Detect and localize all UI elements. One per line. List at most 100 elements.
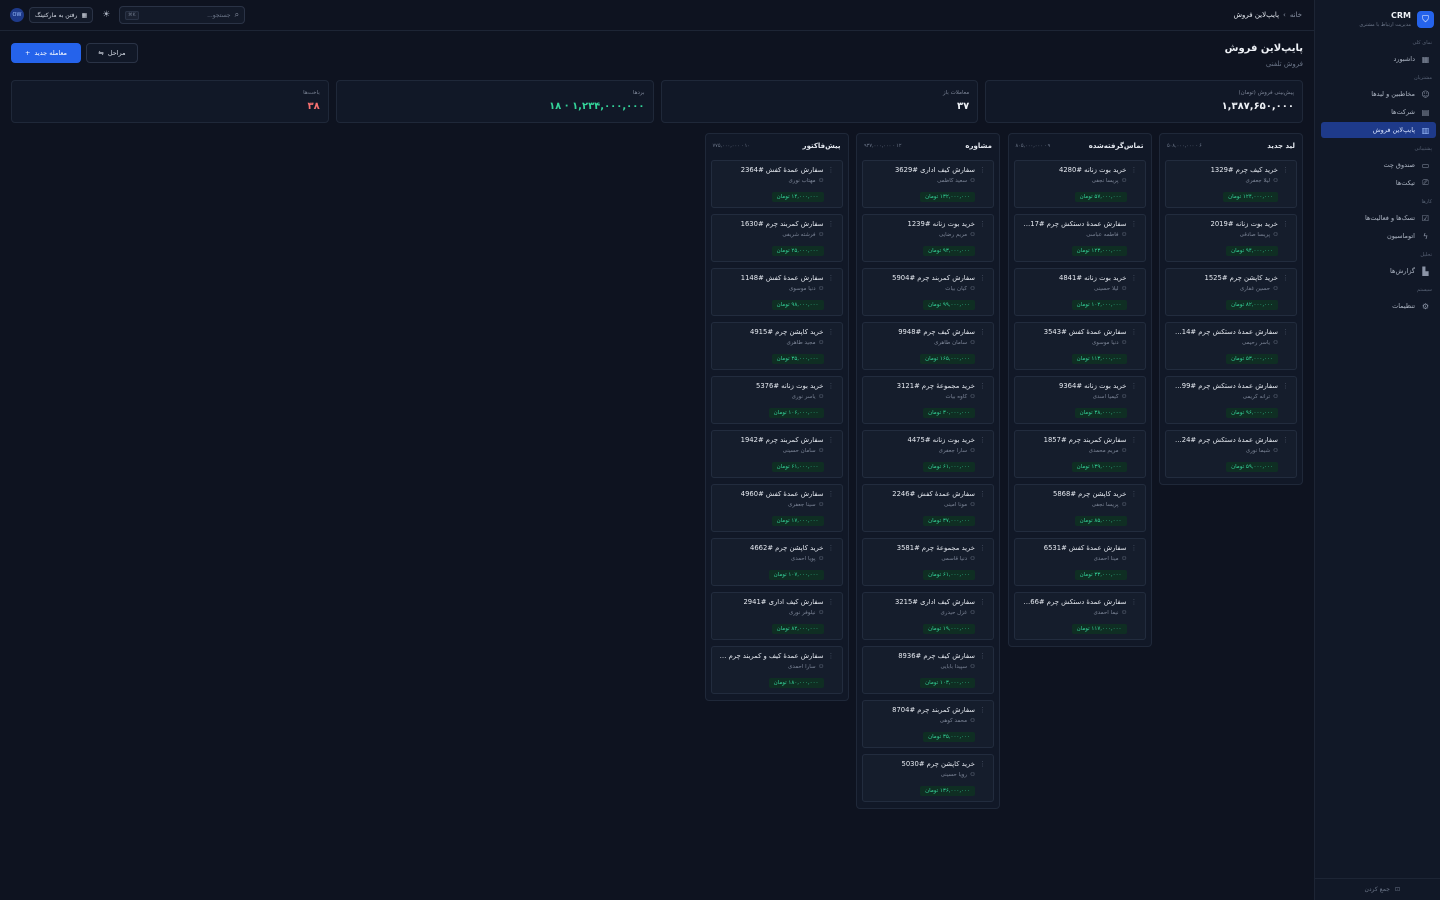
drag-handle-icon[interactable]: ⋮	[1131, 166, 1138, 174]
deal-card[interactable]: ⋮ سفارش کیف اداری #3215 ⚇ غزل حیدری ۱۹,۰۰۰,۰…	[862, 592, 994, 640]
drag-handle-icon[interactable]: ⋮	[828, 274, 835, 282]
drag-handle-icon[interactable]: ⋮	[1131, 436, 1138, 444]
new-deal-button[interactable]: + معامله جدید	[11, 43, 81, 63]
sidebar-item[interactable]: ⚙ تنظیمات	[1321, 298, 1436, 314]
sidebar-item[interactable]: ☺ مخاطبین و لیدها	[1321, 86, 1436, 102]
deal-title: خرید بوت زنانه #4841	[1059, 274, 1127, 282]
bar-chart-icon: ▙	[1422, 266, 1429, 276]
deal-card[interactable]: ⋮ خرید کیف چرم #1329 ⚇ لیلا جعفری ۱۲۴,۰۰۰,۰۰…	[1165, 160, 1297, 208]
drag-handle-icon[interactable]: ⋮	[979, 544, 986, 552]
deal-card[interactable]: ⋮ سفارش کیف چرم #9948 ⚇ سامان طاهری ۱۶۵,۰۰۰,…	[862, 322, 994, 370]
sidebar-item[interactable]: ϟ اتوماسیون	[1321, 228, 1436, 244]
sidebar-item[interactable]: ▤ شرکت‌ها	[1321, 104, 1436, 120]
drag-handle-icon[interactable]: ⋮	[979, 436, 986, 444]
deal-card[interactable]: ⋮ سفارش عمدهٔ دستکش چرم #99… ⚇ ترانه کریمی ۹…	[1165, 376, 1297, 424]
drag-handle-icon[interactable]: ⋮	[828, 382, 835, 390]
deal-card[interactable]: ⋮ سفارش عمدهٔ کفش #2246 ⚇ مونا امینی ۳۷,۰۰۰,…	[862, 484, 994, 532]
breadcrumb-home[interactable]: خانه	[1290, 11, 1302, 19]
deal-card[interactable]: ⋮ خرید بوت زنانه #9364 ⚇ کیمیا اسدی ۳۸,۰۰۰,۰…	[1013, 376, 1146, 424]
deal-card[interactable]: ⋮ خرید بوت زنانه #5376 ⚇ یاسر نوری ۱۰۶,۰۰۰,۰…	[710, 376, 843, 424]
search-placeholder: جستجو...	[207, 11, 231, 19]
deal-card[interactable]: ⋮ سفارش عمدهٔ دستکش چرم #66… ⚇ نیما احمدی ۱۱…	[1013, 592, 1146, 640]
sidebar-item[interactable]: ☑ تسک‌ها و فعالیت‌ها	[1321, 210, 1436, 226]
drag-handle-icon[interactable]: ⋮	[979, 652, 986, 660]
deal-card[interactable]: ⋮ سفارش عمدهٔ کفش #6531 ⚇ مینا احمدی ۳۳,۰۰۰,…	[1013, 538, 1146, 586]
deal-card[interactable]: ⋮ سفارش کمربند چرم #8704 ⚇ محمد کوهی ۳۵,۰۰۰,…	[862, 700, 994, 748]
deal-card[interactable]: ⋮ سفارش عمدهٔ کفش #3543 ⚇ دنیا موسوی ۱۱۳,۰۰۰…	[1013, 322, 1146, 370]
go-to-marketing-button[interactable]: رفتن به مارکتینگ ▦	[29, 7, 94, 23]
drag-handle-icon[interactable]: ⋮	[1131, 220, 1138, 228]
avatar[interactable]: OW	[10, 8, 24, 22]
deal-card[interactable]: ⋮ سفارش عمدهٔ دستکش چرم #14… ⚇ یاسر رحیمی ۵۳…	[1165, 322, 1297, 370]
drag-handle-icon[interactable]: ⋮	[828, 166, 835, 174]
drag-handle-icon[interactable]: ⋮	[1282, 274, 1289, 282]
search-input[interactable]: ⌘K جستجو... ⌕	[119, 6, 246, 24]
drag-handle-icon[interactable]: ⋮	[979, 598, 986, 606]
deal-card[interactable]: ⋮ خرید مجموعهٔ چرم #3581 ⚇ دنیا قاسمی ۶۱,۰۰۰…	[862, 538, 994, 586]
deal-card[interactable]: ⋮ خرید بوت زنانه #4280 ⚇ پریسا نجفی ۵۷,۰۰۰,۰…	[1013, 160, 1146, 208]
drag-handle-icon[interactable]: ⋮	[828, 220, 835, 228]
drag-handle-icon[interactable]: ⋮	[1131, 382, 1138, 390]
sidebar-item[interactable]: ⎚ تیکت‌ها	[1321, 175, 1436, 191]
drag-handle-icon[interactable]: ⋮	[1282, 166, 1289, 174]
drag-handle-icon[interactable]: ⋮	[828, 598, 835, 606]
sidebar-item[interactable]: ▙ گزارش‌ها	[1321, 263, 1436, 279]
drag-handle-icon[interactable]: ⋮	[979, 166, 986, 174]
deal-card[interactable]: ⋮ خرید کاپشن چرم #5868 ⚇ پریسا نجفی ۸۵,۰۰۰,۰…	[1013, 484, 1146, 532]
drag-handle-icon[interactable]: ⋮	[828, 436, 835, 444]
drag-handle-icon[interactable]: ⋮	[979, 328, 986, 336]
deal-contact: ⚇ دنیا موسوی	[789, 286, 824, 292]
drag-handle-icon[interactable]: ⋮	[979, 760, 986, 768]
drag-handle-icon[interactable]: ⋮	[1131, 544, 1138, 552]
drag-handle-icon[interactable]: ⋮	[828, 652, 835, 660]
drag-handle-icon[interactable]: ⋮	[1131, 274, 1138, 282]
drag-handle-icon[interactable]: ⋮	[979, 220, 986, 228]
deal-card[interactable]: ⋮ سفارش کمربند چرم #5904 ⚇ کیان بیات ۹۹,۰۰۰,…	[862, 268, 994, 316]
deal-card[interactable]: ⋮ سفارش عمدهٔ کفش #1148 ⚇ دنیا موسوی ۹۸,۰۰۰,…	[710, 268, 843, 316]
deal-card[interactable]: ⋮ خرید کاپشن چرم #4915 ⚇ مجید طاهری ۳۵,۰۰۰,۰…	[710, 322, 843, 370]
deal-card[interactable]: ⋮ سفارش کمربند چرم #1857 ⚇ مریم محمدی ۱۳۹,۰۰…	[1013, 430, 1146, 478]
deal-card[interactable]: ⋮ سفارش کمربند چرم #1630 ⚇ فرشته شریفی ۲۵,۰۰…	[710, 214, 843, 262]
deal-card[interactable]: ⋮ سفارش عمدهٔ دستکش چرم #17… ⚇ فاطمه عباسی ۱…	[1013, 214, 1146, 262]
deal-title: خرید کاپشن چرم #5030	[901, 760, 976, 768]
drag-handle-icon[interactable]: ⋮	[1282, 436, 1289, 444]
stages-button[interactable]: ⇋ مراحل	[86, 43, 138, 63]
deal-card[interactable]: ⋮ خرید بوت زنانه #2019 ⚇ پریسا صادقی ۹۴,۰۰۰,…	[1165, 214, 1297, 262]
drag-handle-icon[interactable]: ⋮	[828, 544, 835, 552]
drag-handle-icon[interactable]: ⋮	[828, 328, 835, 336]
drag-handle-icon[interactable]: ⋮	[979, 490, 986, 498]
deal-card[interactable]: ⋮ سفارش کیف اداری #2941 ⚇ نیلوفر نوری ۸۲,۰۰۰…	[710, 592, 843, 640]
drag-handle-icon[interactable]: ⋮	[979, 274, 986, 282]
sidebar-item[interactable]: ▦ داشبورد	[1321, 51, 1436, 67]
deal-card[interactable]: ⋮ سفارش عمدهٔ کفش #4960 ⚇ سینا جعفری ۱۷,۰۰۰,…	[710, 484, 843, 532]
deal-card[interactable]: ⋮ خرید مجموعهٔ چرم #3121 ⚇ کاوه بیات ۳۰,۰۰۰,…	[862, 376, 994, 424]
deal-card[interactable]: ⋮ خرید کاپشن چرم #4662 ⚇ پویا احمدی ۱۰۷,۰۰۰,…	[710, 538, 843, 586]
drag-handle-icon[interactable]: ⋮	[828, 490, 835, 498]
deal-card[interactable]: ⋮ خرید بوت زنانه #4841 ⚇ لیلا حسینی ۱۰۲,۰۰۰,…	[1013, 268, 1146, 316]
drag-handle-icon[interactable]: ⋮	[1131, 490, 1138, 498]
drag-handle-icon[interactable]: ⋮	[979, 706, 986, 714]
deal-amount: ۳۷,۰۰۰,۰۰۰ تومان	[923, 516, 975, 526]
deal-card[interactable]: ⋮ سفارش عمدهٔ دستکش چرم #24… ⚇ شیما نوری ۵۹,…	[1165, 430, 1297, 478]
sliders-icon: ⇋	[98, 49, 104, 57]
drag-handle-icon[interactable]: ⋮	[1131, 328, 1138, 336]
drag-handle-icon[interactable]: ⋮	[979, 382, 986, 390]
deal-card[interactable]: ⋮ خرید بوت زنانه #4475 ⚇ سارا جعفری ۶۱,۰۰۰,۰…	[862, 430, 994, 478]
deal-card[interactable]: ⋮ سفارش کمربند چرم #1942 ⚇ سامان حسینی ۶۱,۰۰…	[710, 430, 843, 478]
deal-card[interactable]: ⋮ سفارش کیف چرم #8936 ⚇ سپیدا بابایی ۱۰۳,۰۰۰…	[862, 646, 994, 694]
drag-handle-icon[interactable]: ⋮	[1131, 598, 1138, 606]
deal-card[interactable]: ⋮ خرید کاپشن چرم #5030 ⚇ رویا حسینی ۱۳۶,۰۰۰,…	[862, 754, 994, 802]
deal-card[interactable]: ⋮ خرید بوت زنانه #1239 ⚇ مریم رضایی ۹۳,۰۰۰,۰…	[862, 214, 994, 262]
drag-handle-icon[interactable]: ⋮	[1282, 382, 1289, 390]
deal-card[interactable]: ⋮ سفارش کیف اداری #3629 ⚇ سعید کاظمی ۱۳۲,۰۰۰…	[862, 160, 994, 208]
theme-toggle-button[interactable]: ☀	[98, 7, 114, 23]
drag-handle-icon[interactable]: ⋮	[1282, 328, 1289, 336]
sidebar-item[interactable]: ▭ صندوق چت	[1321, 157, 1436, 173]
collapse-sidebar-button[interactable]: ⊡ جمع کردن	[1315, 878, 1440, 900]
deal-card[interactable]: ⋮ سفارش عمدهٔ کفش #2364 ⚇ مهتاب نوری ۱۴,۰۰۰,…	[710, 160, 843, 208]
deal-title: سفارش کمربند چرم #8704	[892, 706, 975, 714]
drag-handle-icon[interactable]: ⋮	[1282, 220, 1289, 228]
deal-card[interactable]: ⋮ سفارش عمدهٔ کیف و کمربند چرم … ⚇ سارا احم…	[710, 646, 843, 694]
deal-card[interactable]: ⋮ خرید کاپشن چرم #1525 ⚇ حسین غفاری ۸۲,۰۰۰,۰…	[1165, 268, 1297, 316]
sidebar-item[interactable]: ▥ پایپ‌لاین فروش	[1321, 122, 1436, 138]
